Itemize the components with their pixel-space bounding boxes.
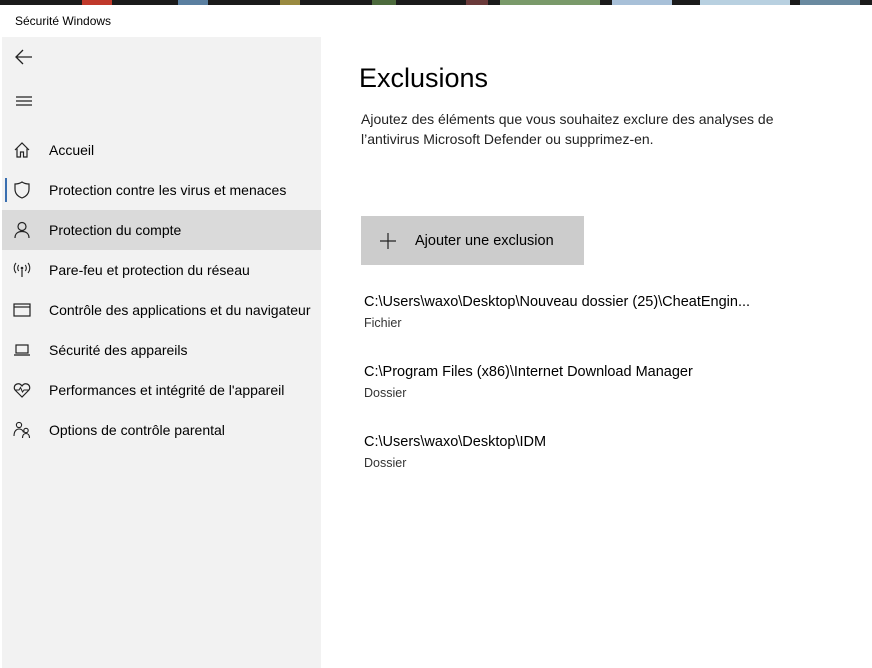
sidebar: Accueil Protection contre les virus et m… [2, 37, 321, 668]
person-icon [2, 210, 42, 250]
plus-icon [379, 232, 397, 250]
shield-icon [2, 170, 42, 210]
windows-security-window: Sécurité Windows Accueil Protection cont… [2, 5, 872, 668]
family-icon [2, 410, 42, 450]
page-description: Ajoutez des éléments que vous souhaitez … [361, 111, 774, 147]
exclusion-type: Fichier [364, 316, 402, 330]
sidebar-item-app-browser-control[interactable]: Contrôle des applications et du navigate… [2, 290, 321, 330]
title-bar: Sécurité Windows [2, 5, 872, 37]
laptop-icon [2, 330, 42, 370]
sidebar-item-label: Sécurité des appareils [49, 342, 188, 358]
exclusion-path: C:\Users\waxo\Desktop\IDM [364, 434, 547, 450]
sidebar-item-device-security[interactable]: Sécurité des appareils [2, 330, 321, 370]
antenna-icon [2, 250, 42, 290]
exclusion-item[interactable]: C:\Users\waxo\Desktop\Nouveau dossier (2… [364, 292, 844, 342]
sidebar-item-firewall[interactable]: Pare-feu et protection du réseau [2, 250, 321, 290]
sidebar-item-label: Pare-feu et protection du réseau [49, 262, 250, 278]
sidebar-item-label: Accueil [49, 142, 95, 158]
heart-pulse-icon [2, 370, 42, 410]
sidebar-item-label: Protection contre les virus et menaces [49, 182, 287, 198]
sidebar-item-label: Contrôle des applications et du navigate… [49, 302, 311, 318]
exclusion-type: Dossier [364, 456, 407, 470]
sidebar-item-home[interactable]: Accueil [2, 130, 321, 170]
menu-button[interactable] [2, 81, 46, 121]
add-exclusion-button[interactable]: Ajouter une exclusion [361, 216, 584, 265]
exclusion-path: C:\Users\waxo\Desktop\Nouveau dossier (2… [364, 294, 751, 310]
page-title: Exclusions [359, 63, 489, 93]
sidebar-item-device-performance[interactable]: Performances et intégrité de l'appareil [2, 370, 321, 410]
exclusion-item[interactable]: C:\Program Files (x86)\Internet Download… [364, 362, 844, 412]
sidebar-item-virus-protection[interactable]: Protection contre les virus et menaces [2, 170, 321, 210]
sidebar-item-parental-controls[interactable]: Options de contrôle parental [2, 410, 321, 450]
back-arrow-icon [15, 49, 33, 65]
home-icon [2, 130, 42, 170]
active-indicator [5, 178, 7, 202]
exclusion-path: C:\Program Files (x86)\Internet Download… [364, 364, 693, 380]
exclusion-type: Dossier [364, 386, 407, 400]
sidebar-item-label: Protection du compte [49, 222, 182, 238]
hamburger-menu-icon [16, 95, 32, 107]
window-title: Sécurité Windows [15, 14, 112, 28]
back-button[interactable] [2, 37, 46, 77]
browser-window-icon [2, 290, 42, 330]
sidebar-item-account-protection[interactable]: Protection du compte [2, 210, 321, 250]
exclusion-item[interactable]: C:\Users\waxo\Desktop\IDM Dossier [364, 432, 844, 482]
main-content: Exclusions Ajoutez des éléments que vous… [321, 37, 872, 668]
add-exclusion-label: Ajouter une exclusion [415, 232, 554, 249]
sidebar-item-label: Options de contrôle parental [49, 422, 225, 438]
sidebar-item-label: Performances et intégrité de l'appareil [49, 382, 285, 398]
